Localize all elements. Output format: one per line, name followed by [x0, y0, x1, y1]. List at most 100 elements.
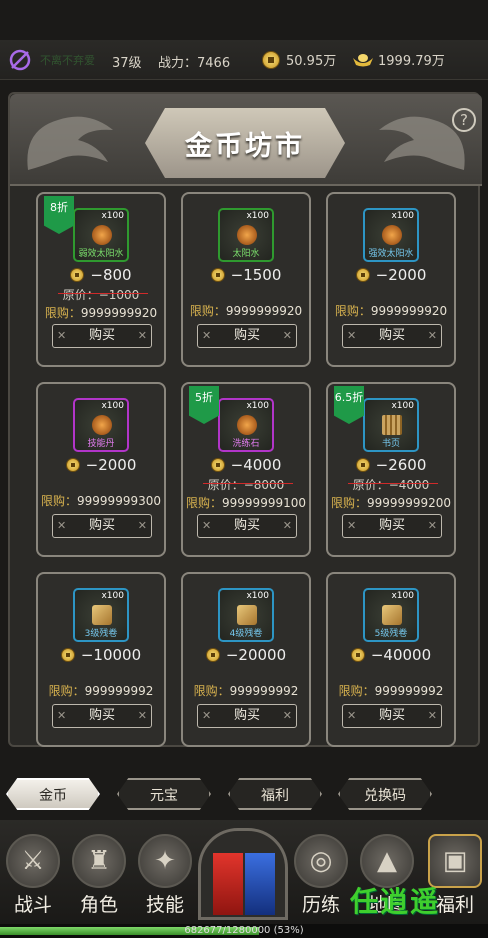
price-value: −10000: [80, 646, 142, 664]
item-quantity: x100: [391, 401, 414, 411]
item-quantity: x100: [101, 591, 124, 601]
item-icon-slot[interactable]: x100 5级残卷: [363, 588, 419, 642]
gold-coin-icon: [355, 458, 370, 472]
limit-label: 限购：: [48, 684, 85, 698]
original-price: 原价：−1000: [38, 286, 164, 303]
buy-button[interactable]: 购买: [197, 324, 297, 348]
nav-role-label: 角色: [79, 894, 118, 916]
buy-button[interactable]: 购买: [52, 514, 152, 538]
buy-button[interactable]: 购买: [342, 704, 442, 728]
original-price: 原价：−8000: [183, 476, 309, 493]
item-image-icon: [92, 605, 112, 625]
strikethrough-line: [348, 483, 438, 484]
item-name: 太阳水: [232, 249, 260, 259]
nav-train[interactable]: ◎ 历练: [290, 834, 352, 924]
currency-tabs: 金币 元宝 福利 兑换码: [0, 778, 488, 812]
price-value: −4000: [230, 456, 282, 474]
ingot-balance[interactable]: 1999.79万: [352, 50, 445, 69]
nav-skill[interactable]: ✦ 技能: [134, 834, 196, 924]
original-price-label: 原价：: [352, 478, 389, 492]
strikethrough-line: [58, 293, 148, 294]
item-price: −800: [38, 266, 164, 284]
crossed-swords-icon: ⚔: [6, 834, 60, 888]
item-quantity: x100: [101, 401, 124, 411]
tab-welfare[interactable]: 福利: [228, 778, 322, 810]
shop-item-card: x100洗练石5折−4000原价：−8000限购：99999999100购买: [181, 382, 311, 557]
strikethrough-line: [203, 483, 293, 484]
item-icon-slot[interactable]: x100 强效太阳水: [363, 208, 419, 262]
price-value: −40000: [370, 646, 432, 664]
price-value: −2000: [85, 456, 137, 474]
item-price: −40000: [328, 646, 454, 664]
gold-balance[interactable]: 50.95万: [262, 50, 336, 69]
limit-value: 9999999920: [370, 304, 448, 318]
nav-battle[interactable]: ⚔ 战斗: [2, 834, 64, 924]
item-image-icon: [237, 225, 257, 245]
item-image-icon: [237, 415, 257, 435]
shop-item-card: x100 强效太阳水 −2000 限购：9999999920 购买: [326, 192, 456, 367]
limit-label: 限购：: [331, 496, 368, 510]
item-name: 强效太阳水: [368, 249, 414, 259]
limit-label: 限购：: [189, 304, 226, 318]
discount-badge: 6.5折: [334, 386, 364, 424]
limit-value: 9999999920: [80, 306, 158, 320]
buy-button[interactable]: 购买: [342, 324, 442, 348]
discount-badge: 8折: [44, 196, 74, 234]
blue-portal-half: [245, 853, 275, 915]
item-grid: x100弱效太阳水8折−800原价：−1000限购：9999999920购买x1…: [36, 192, 456, 752]
original-price-value: −8000: [243, 478, 285, 492]
item-icon-slot[interactable]: x100 洗练石: [218, 398, 274, 452]
guild-emblem-icon[interactable]: [8, 48, 32, 72]
original-price-label: 原价：: [62, 288, 99, 302]
buy-button[interactable]: 购买: [342, 514, 442, 538]
original-price-value: −4000: [388, 478, 430, 492]
tab-redeem-code[interactable]: 兑换码: [338, 778, 432, 810]
item-icon-slot[interactable]: x100 弱效太阳水: [73, 208, 129, 262]
buy-button[interactable]: 购买: [197, 514, 297, 538]
experience-text: 682677/1280000 (53%): [184, 925, 304, 936]
item-name: 5级残卷: [374, 629, 408, 639]
buy-button[interactable]: 购买: [197, 704, 297, 728]
purchase-limit: 限购：9999999920: [183, 302, 309, 319]
buy-button[interactable]: 购买: [52, 704, 152, 728]
item-icon-slot[interactable]: x100 书页: [363, 398, 419, 452]
item-price: −1500: [183, 266, 309, 284]
flame-icon: ✦: [138, 834, 192, 888]
nav-train-label: 历练: [301, 894, 340, 916]
experience-bar: 682677/1280000 (53%): [0, 924, 488, 938]
tab-ingot[interactable]: 元宝: [117, 778, 211, 810]
gold-coin-icon: [60, 648, 75, 662]
gold-coin-icon: [65, 458, 80, 472]
battle-portal-button[interactable]: [198, 828, 288, 920]
price-value: −2000: [375, 266, 427, 284]
purchase-limit: 限购：999999992: [38, 682, 164, 699]
player-level: 37级: [112, 56, 142, 71]
gold-coin-icon: [262, 50, 280, 69]
item-quantity: x100: [391, 211, 414, 221]
shop-item-card: x100书页6.5折−2600原价：−4000限购：99999999200购买: [326, 382, 456, 557]
item-quantity: x100: [246, 591, 269, 601]
price-value: −20000: [225, 646, 287, 664]
gold-coin-icon: [350, 648, 365, 662]
buy-button[interactable]: 购买: [52, 324, 152, 348]
item-icon-slot[interactable]: x100 技能丹: [73, 398, 129, 452]
limit-value: 99999999300: [77, 494, 161, 508]
gold-coin-icon: [210, 268, 225, 282]
limit-value: 99999999100: [222, 496, 306, 510]
item-quantity: x100: [246, 211, 269, 221]
shop-item-card: x100弱效太阳水8折−800原价：−1000限购：9999999920购买: [36, 192, 166, 367]
nav-role[interactable]: ♜ 角色: [68, 834, 130, 924]
shop-item-card: x100 5级残卷 −40000 限购：999999992 购买: [326, 572, 456, 747]
help-button[interactable]: ?: [452, 108, 476, 132]
item-icon-slot[interactable]: x100 3级残卷: [73, 588, 129, 642]
tab-gold[interactable]: 金币: [6, 778, 100, 810]
ingot-amount: 1999.79万: [378, 54, 445, 69]
item-name: 4级残卷: [229, 629, 263, 639]
limit-value: 9999999920: [225, 304, 303, 318]
item-icon-slot[interactable]: x100 4级残卷: [218, 588, 274, 642]
gold-coin-icon: [70, 268, 85, 282]
item-icon-slot[interactable]: x100 太阳水: [218, 208, 274, 262]
price-value: −2600: [375, 456, 427, 474]
item-name: 洗练石: [232, 439, 260, 449]
shop-header: 金币坊市 ?: [10, 94, 482, 186]
